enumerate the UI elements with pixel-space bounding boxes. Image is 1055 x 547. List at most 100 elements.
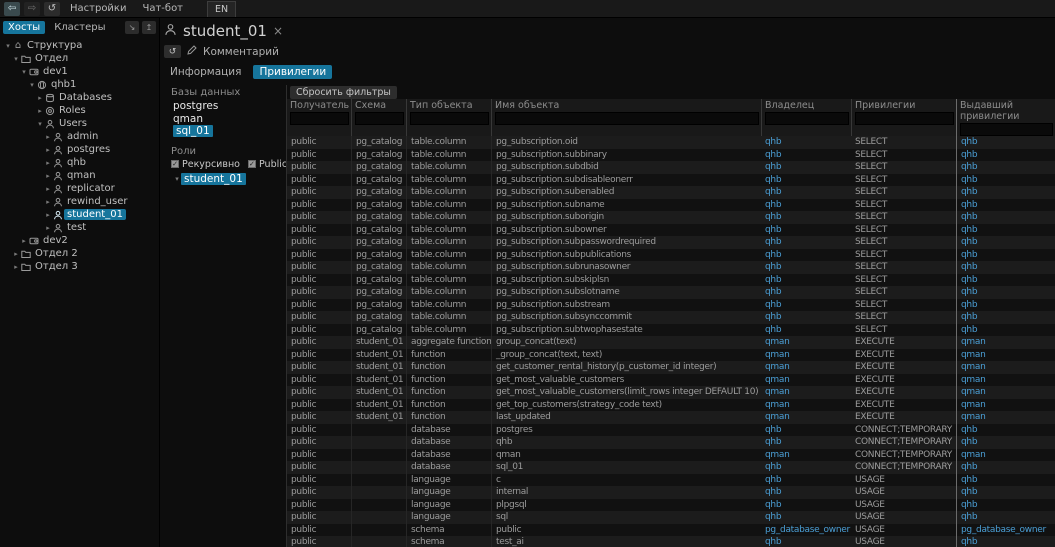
cell-grantor[interactable]: qman	[956, 399, 1055, 412]
expand-arrow-icon[interactable]: ▸	[12, 250, 20, 258]
tree-item-qman[interactable]: ▸qman	[0, 169, 159, 182]
reload-comment-button[interactable]: ↺	[164, 45, 181, 58]
cell-grantor[interactable]: qhb	[956, 211, 1055, 224]
table-row[interactable]: publicdatabaseqmanqmanCONNECT;TEMPORARYq…	[287, 449, 1055, 462]
tree-item-rewind_user[interactable]: ▸rewind_user	[0, 195, 159, 208]
cell-grantor[interactable]: qman	[956, 336, 1055, 349]
cell-grantor[interactable]: qhb	[956, 486, 1055, 499]
cell-grantor[interactable]: qhb	[956, 199, 1055, 212]
cell-owner[interactable]: qhb	[761, 461, 851, 474]
cell-grantor[interactable]: qman	[956, 349, 1055, 362]
refresh-button[interactable]: ↺	[44, 2, 60, 16]
back-button[interactable]: ⇦	[4, 2, 20, 16]
collapse-arrow-icon[interactable]: ▾	[173, 173, 181, 185]
expand-arrow-icon[interactable]: ▸	[44, 224, 52, 232]
privileges-filter-input[interactable]	[855, 112, 954, 125]
cell-grantor[interactable]: qhb	[956, 174, 1055, 187]
collapse-arrow-icon[interactable]: ▾	[36, 120, 44, 128]
cell-owner[interactable]: qhb	[761, 436, 851, 449]
table-row[interactable]: publicpg_catalogtable.columnpg_subscript…	[287, 274, 1055, 287]
cell-grantor[interactable]: qhb	[956, 536, 1055, 547]
table-row[interactable]: publiclanguageplpgsqlqhbUSAGEqhb	[287, 499, 1055, 512]
table-row[interactable]: publicstudent_01aggregate functiongroup_…	[287, 336, 1055, 349]
expand-arrow-icon[interactable]: ▸	[44, 133, 52, 141]
expand-arrow-icon[interactable]: ▸	[44, 159, 52, 167]
database-item-postgres[interactable]: postgres	[173, 100, 282, 113]
cell-grantor[interactable]: qman	[956, 411, 1055, 424]
cell-owner[interactable]: qhb	[761, 224, 851, 237]
table-row[interactable]: publicpg_catalogtable.columnpg_subscript…	[287, 249, 1055, 262]
table-row[interactable]: publiclanguagesqlqhbUSAGEqhb	[287, 511, 1055, 524]
checkbox-public[interactable]: ✓Public	[248, 159, 287, 170]
table-row[interactable]: publicpg_catalogtable.columnpg_subscript…	[287, 236, 1055, 249]
grantor-filter-input[interactable]	[960, 123, 1053, 136]
table-row[interactable]: publiclanguagecqhbUSAGEqhb	[287, 474, 1055, 487]
cell-owner[interactable]: qhb	[761, 161, 851, 174]
tree-item-test[interactable]: ▸test	[0, 221, 159, 234]
table-row[interactable]: publicpg_catalogtable.columnpg_subscript…	[287, 161, 1055, 174]
expand-arrow-icon[interactable]: ▸	[44, 172, 52, 180]
expand-arrow-icon[interactable]: ▸	[44, 211, 52, 219]
table-row[interactable]: publicpg_catalogtable.columnpg_subscript…	[287, 136, 1055, 149]
cell-owner[interactable]: qhb	[761, 499, 851, 512]
cell-owner[interactable]: qhb	[761, 311, 851, 324]
collapse-arrow-icon[interactable]: ▾	[4, 42, 12, 50]
cell-grantor[interactable]: qhb	[956, 161, 1055, 174]
table-row[interactable]: publicdatabasesql_01qhbCONNECT;TEMPORARY…	[287, 461, 1055, 474]
table-row[interactable]: publicpg_catalogtable.columnpg_subscript…	[287, 311, 1055, 324]
owner-filter-input[interactable]	[765, 112, 849, 125]
cell-grantor[interactable]: qhb	[956, 274, 1055, 287]
chatbot-menu[interactable]: Чат-бот	[136, 3, 189, 14]
cell-owner[interactable]: qhb	[761, 536, 851, 547]
cell-owner[interactable]: qhb	[761, 474, 851, 487]
cell-grantor[interactable]: qhb	[956, 324, 1055, 337]
cell-grantor[interactable]: qhb	[956, 311, 1055, 324]
table-row[interactable]: publicpg_catalogtable.columnpg_subscript…	[287, 299, 1055, 312]
table-row[interactable]: publicpg_catalogtable.columnpg_subscript…	[287, 174, 1055, 187]
table-row[interactable]: publicpg_catalogtable.columnpg_subscript…	[287, 224, 1055, 237]
table-row[interactable]: publicstudent_01functionget_most_valuabl…	[287, 386, 1055, 399]
cell-owner[interactable]: qhb	[761, 174, 851, 187]
comment-button[interactable]: Комментарий	[203, 46, 279, 58]
cell-owner[interactable]: qman	[761, 449, 851, 462]
cell-owner[interactable]: qman	[761, 361, 851, 374]
cell-owner[interactable]: qhb	[761, 149, 851, 162]
cell-owner[interactable]: qhb	[761, 261, 851, 274]
cell-grantor[interactable]: qhb	[956, 461, 1055, 474]
cell-grantor[interactable]: pg_database_owner	[956, 524, 1055, 537]
cell-owner[interactable]: qman	[761, 411, 851, 424]
language-tab[interactable]: EN	[207, 1, 236, 17]
table-row[interactable]: publicschemapublicpg_database_ownerUSAGE…	[287, 524, 1055, 537]
database-item-sql_01[interactable]: sql_01	[173, 125, 282, 138]
cell-owner[interactable]: qhb	[761, 249, 851, 262]
cell-grantor[interactable]: qhb	[956, 249, 1055, 262]
cell-owner[interactable]: pg_database_owner	[761, 524, 851, 537]
table-row[interactable]: publicstudent_01functionget_top_customer…	[287, 399, 1055, 412]
object-type-filter-input[interactable]	[410, 112, 489, 125]
cell-owner[interactable]: qhb	[761, 424, 851, 437]
cell-owner[interactable]: qman	[761, 336, 851, 349]
tree-item-отдел-2[interactable]: ▸Отдел 2	[0, 247, 159, 260]
expand-arrow-icon[interactable]: ▸	[12, 263, 20, 271]
expand-arrow-icon[interactable]: ▸	[20, 237, 28, 245]
cell-grantor[interactable]: qhb	[956, 186, 1055, 199]
tree-item-qhb[interactable]: ▸qhb	[0, 156, 159, 169]
table-row[interactable]: publicpg_catalogtable.columnpg_subscript…	[287, 186, 1055, 199]
collapse-arrow-icon[interactable]: ▾	[28, 81, 36, 89]
tree-item-отдел[interactable]: ▾Отдел	[0, 52, 159, 65]
tree-item-dev1[interactable]: ▾dev1	[0, 65, 159, 78]
cell-grantor[interactable]: qhb	[956, 436, 1055, 449]
cell-grantor[interactable]: qhb	[956, 299, 1055, 312]
tab-information[interactable]: Информация	[164, 65, 247, 79]
cell-grantor[interactable]: qhb	[956, 149, 1055, 162]
tab-clusters[interactable]: Кластеры	[49, 21, 110, 34]
table-row[interactable]: publicdatabasepostgresqhbCONNECT;TEMPORA…	[287, 424, 1055, 437]
cell-owner[interactable]: qhb	[761, 511, 851, 524]
cell-grantor[interactable]: qhb	[956, 136, 1055, 149]
tree-item-admin[interactable]: ▸admin	[0, 130, 159, 143]
tree-item-отдел-3[interactable]: ▸Отдел 3	[0, 260, 159, 273]
cell-owner[interactable]: qhb	[761, 236, 851, 249]
tab-privileges[interactable]: Привилегии	[253, 65, 332, 79]
table-row[interactable]: publicstudent_01function_group_concat(te…	[287, 349, 1055, 362]
collapse-arrow-icon[interactable]: ▾	[20, 68, 28, 76]
